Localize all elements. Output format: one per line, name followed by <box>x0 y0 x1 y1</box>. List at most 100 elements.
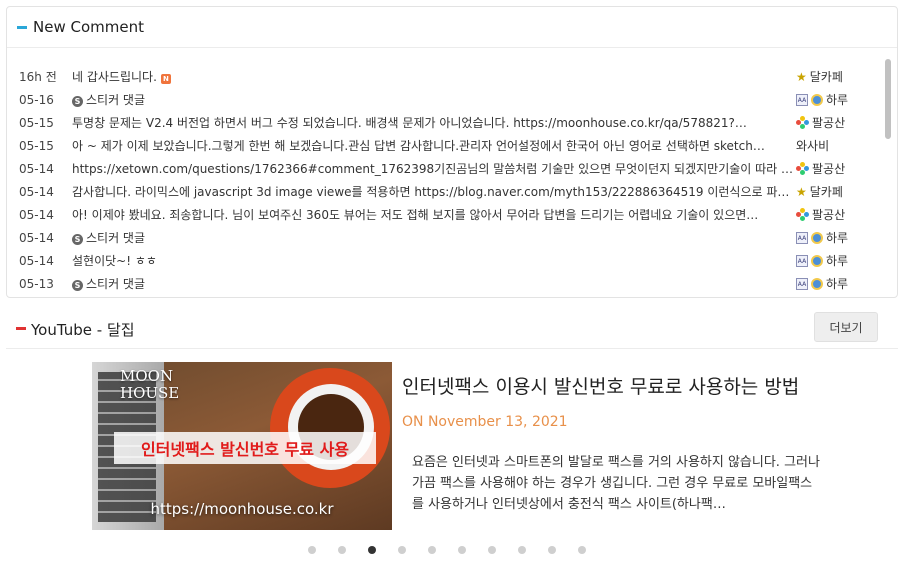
comment-text: 스티커 댓글 <box>86 93 146 107</box>
post-title-link[interactable]: 인터넷팩스 이용시 발신번호 무료로 사용하는 방법 <box>402 372 814 399</box>
comment-text-link[interactable]: https://xetown.com/questions/1762366#com… <box>72 160 796 177</box>
section-marker <box>16 327 26 330</box>
comment-text: 설현이닷~! ㅎㅎ <box>72 254 157 268</box>
comment-text: 아 ~ 제가 이제 보았습니다.그렇게 한번 해 보겠습니다.관심 답변 감사합… <box>72 139 765 153</box>
pinwheel-icon <box>796 162 809 175</box>
carousel-dot[interactable] <box>428 546 436 554</box>
carousel-dot[interactable] <box>308 546 316 554</box>
new-badge-icon: N <box>160 74 171 84</box>
comment-text: 네 갑사드립니다. <box>72 70 157 84</box>
star-icon: ★ <box>796 69 807 84</box>
medal-icon <box>811 254 823 267</box>
comment-date: 05-15 <box>19 138 54 153</box>
comment-text-link[interactable]: 투명창 문제는 V2.4 버전업 하면서 버그 수정 되었습니다. 배경색 문제… <box>72 114 796 131</box>
comment-author[interactable]: AA 하루 <box>796 275 867 292</box>
sticker-icon: S <box>72 96 83 107</box>
comment-text: 감사합니다. 라이믹스에 javascript 3d image viewe를 … <box>72 185 796 199</box>
post-excerpt: 요즘은 인터넷과 스마트폰의 발달로 팩스를 거의 사용하지 않습니다. 그러나… <box>412 455 820 512</box>
thumbnail-banner: 인터넷팩스 발신번호 무료 사용 <box>114 432 376 464</box>
carousel-dot[interactable] <box>458 546 466 554</box>
author-name: 달카페 <box>809 185 843 199</box>
carousel-dot[interactable] <box>398 546 406 554</box>
comment-row[interactable]: 05-13 S 스티커 댓글 AA 하루 <box>19 272 867 295</box>
comment-date: 05-14 <box>19 253 54 268</box>
comment-row[interactable]: 05-14 https://xetown.com/questions/176236… <box>19 157 867 180</box>
comment-text: 스티커 댓글 <box>86 277 146 291</box>
comment-author[interactable]: 와사비 <box>796 137 867 154</box>
comment-row[interactable]: 05-15 투명창 문제는 V2.4 버전업 하면서 버그 수정 되었습니다. 배… <box>19 111 867 134</box>
pinwheel-icon <box>796 116 809 129</box>
video-thumbnail[interactable]: MOON HOUSE 인터넷팩스 발신번호 무료 사용 https://moonh… <box>92 362 392 530</box>
author-name: 팔공산 <box>812 162 846 176</box>
medal-icon <box>811 231 823 244</box>
comment-author[interactable]: AA 하루 <box>796 91 867 108</box>
member-level-icon: AA <box>796 93 808 106</box>
carousel-dot[interactable] <box>338 546 346 554</box>
comment-text-link[interactable]: 아! 이제야 봤네요. 죄송합니다. 님이 보여주신 360도 뷰어는 저도 접… <box>72 206 796 223</box>
author-name: 하루 <box>826 277 849 291</box>
youtube-header: YouTube - 달집 더보기 <box>6 312 898 349</box>
comment-date: 05-15 <box>19 115 54 130</box>
medal-icon <box>811 277 823 290</box>
comment-row[interactable]: 16h 전네 갑사드립니다. N ★ 달카페 <box>19 65 867 88</box>
carousel-dots <box>308 546 586 554</box>
scrollbar-thumb[interactable] <box>885 59 891 139</box>
author-name: 달카페 <box>809 70 843 84</box>
sticker-icon: S <box>72 234 83 245</box>
comment-text-link[interactable]: 아 ~ 제가 이제 보았습니다.그렇게 한번 해 보겠습니다.관심 답변 감사합… <box>72 137 796 154</box>
comment-text-link[interactable]: S 스티커 댓글 <box>72 275 796 292</box>
comment-row[interactable]: 05-16 S 스티커 댓글 AA 하루 <box>19 88 867 111</box>
comment-row[interactable]: 05-14 아! 이제야 봤네요. 죄송합니다. 님이 보여주신 360도 뷰어는… <box>19 203 867 226</box>
comment-text-link[interactable]: S 스티커 댓글 <box>72 91 796 108</box>
author-name: 하루 <box>826 93 849 107</box>
pinwheel-icon <box>796 208 809 221</box>
carousel-dot[interactable] <box>518 546 526 554</box>
comment-author[interactable]: AA 하루 <box>796 229 867 246</box>
comment-row[interactable]: 05-15 아 ~ 제가 이제 보았습니다.그렇게 한번 해 보겠습니다.관심 답… <box>19 134 867 157</box>
more-button[interactable]: 더보기 <box>814 312 878 342</box>
sticker-icon: S <box>72 280 83 291</box>
comment-text: 아! 이제야 봤네요. 죄송합니다. 님이 보여주신 360도 뷰어는 저도 접… <box>72 208 759 222</box>
comment-row[interactable]: 05-14 설현이닷~! ㅎㅎ AA 하루 <box>19 249 867 272</box>
carousel-dot[interactable] <box>368 546 376 554</box>
author-name: 하루 <box>826 254 849 268</box>
comment-text: 스티커 댓글 <box>86 231 146 245</box>
new-comment-header: New Comment <box>7 7 897 48</box>
member-level-icon: AA <box>796 231 808 244</box>
comment-author[interactable]: ★ 달카페 <box>796 183 867 200</box>
comment-row[interactable]: 05-14 S 스티커 댓글 AA 하루 <box>19 226 867 249</box>
member-level-icon: AA <box>796 254 808 267</box>
comment-text-link[interactable]: 감사합니다. 라이믹스에 javascript 3d image viewe를 … <box>72 183 796 200</box>
comment-date: 05-14 <box>19 161 54 176</box>
comment-author[interactable]: ★ 달카페 <box>796 68 867 85</box>
comment-date: 05-16 <box>19 92 54 107</box>
star-icon: ★ <box>796 184 807 199</box>
comment-author[interactable]: 팔공산 <box>796 114 867 131</box>
carousel-dot[interactable] <box>548 546 556 554</box>
thumbnail-brand: MOON HOUSE <box>120 367 180 402</box>
section-marker <box>17 25 27 29</box>
post-date: ON November 13, 2021 <box>402 414 568 430</box>
comment-author[interactable]: AA 하루 <box>796 252 867 269</box>
carousel-dot[interactable] <box>488 546 496 554</box>
comment-date: 05-13 <box>19 276 54 291</box>
comment-text: https://xetown.com/questions/1762366#com… <box>72 162 796 176</box>
comment-list: 16h 전네 갑사드립니다. N ★ 달카페 05-16 S 스티커 댓글 AA 하루 05-15… <box>19 65 867 295</box>
new-comment-panel: New Comment 16h 전네 갑사드립니다. N ★ 달카페 05-16 S 스티커… <box>6 6 898 298</box>
author-name: 팔공산 <box>812 116 846 130</box>
member-level-icon: AA <box>796 277 808 290</box>
medal-icon <box>811 93 823 106</box>
comment-text-link[interactable]: S 스티커 댓글 <box>72 229 796 246</box>
comment-date: 05-14 <box>19 207 54 222</box>
comment-author[interactable]: 팔공산 <box>796 160 867 177</box>
comment-text-link[interactable]: 네 갑사드립니다. N <box>72 68 796 85</box>
author-name: 팔공산 <box>812 208 846 222</box>
comment-author[interactable]: 팔공산 <box>796 206 867 223</box>
carousel-dot[interactable] <box>578 546 586 554</box>
thumbnail-url: https://moonhouse.co.kr <box>150 500 334 518</box>
author-name: 하루 <box>826 231 849 245</box>
youtube-title: YouTube - 달집 <box>31 321 135 339</box>
new-comment-title: New Comment <box>33 18 144 36</box>
comment-text-link[interactable]: 설현이닷~! ㅎㅎ <box>72 252 796 269</box>
comment-row[interactable]: 05-14 감사합니다. 라이믹스에 javascript 3d image vi… <box>19 180 867 203</box>
